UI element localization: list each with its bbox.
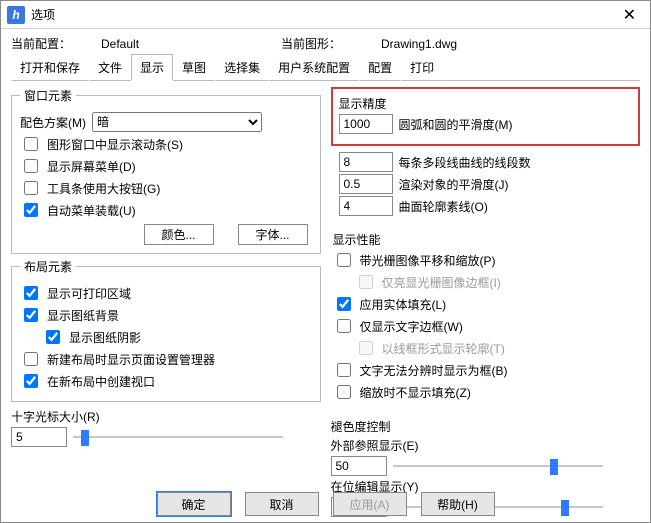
group-display-perf: 显示性能 带光栅图像平移和缩放(P) 仅亮显光栅图像边框(I) 应用实体填充(L… <box>331 222 641 412</box>
current-drawing-label: 当前图形： <box>281 35 381 52</box>
tab-profiles[interactable]: 配置 <box>359 54 401 81</box>
surface-lines-label: 曲面轮廓素线(O) <box>399 198 488 215</box>
tab-open-save[interactable]: 打开和保存 <box>11 54 89 81</box>
lbl-hide-fill-zoom: 缩放时不显示填充(Z) <box>360 384 471 401</box>
group-layout-elements: 布局元素 显示可打印区域 显示图纸背景 显示图纸阴影 新建布局时显示页面设置管理… <box>11 258 321 402</box>
tab-sketch[interactable]: 草图 <box>173 54 215 81</box>
tab-display[interactable]: 显示 <box>131 54 173 81</box>
render-smooth-label: 渲染对象的平滑度(J) <box>399 176 509 193</box>
current-config-value: Default <box>101 37 281 51</box>
lbl-text-unresolved: 文字无法分辨时显示为框(B) <box>360 362 508 379</box>
ok-button[interactable]: 确定 <box>157 492 231 516</box>
lbl-screenmenu: 显示屏幕菜单(D) <box>47 158 136 175</box>
color-button[interactable]: 颜色... <box>144 224 214 245</box>
lbl-wire-sil: 以线框形式显示轮廓(T) <box>382 340 505 357</box>
group-window-elements: 窗口元素 配色方案(M) 暗 图形窗口中显示滚动条(S) 显示屏幕菜单(D) 工… <box>11 87 321 254</box>
lbl-text-frame: 仅显示文字边框(W) <box>360 318 463 335</box>
legend-display-precision: 显示精度 <box>339 95 387 112</box>
crosshair-slider[interactable] <box>73 428 283 446</box>
help-button[interactable]: 帮助(H) <box>421 492 495 516</box>
app-logo-icon: h <box>7 6 25 24</box>
lbl-raster-pan: 带光栅图像平移和缩放(P) <box>360 252 496 269</box>
apply-button[interactable]: 应用(A) <box>333 492 407 516</box>
lbl-pgsetup: 新建布局时显示页面设置管理器 <box>47 351 215 368</box>
crosshair-input[interactable] <box>11 427 67 447</box>
colorscheme-label: 配色方案(M) <box>20 114 86 131</box>
xref-fade-input[interactable] <box>331 456 387 476</box>
lbl-scrollbars: 图形窗口中显示滚动条(S) <box>47 136 183 153</box>
lbl-papershadow: 显示图纸阴影 <box>69 329 141 346</box>
dialog-footer: 确定 取消 应用(A) 帮助(H) <box>1 492 650 516</box>
lbl-hl-raster: 仅亮显光栅图像边框(I) <box>382 274 501 291</box>
tab-selection[interactable]: 选择集 <box>215 54 269 81</box>
chk-pgsetup[interactable] <box>24 352 38 366</box>
colorscheme-select[interactable]: 暗 <box>92 112 262 132</box>
tab-files[interactable]: 文件 <box>89 54 131 81</box>
close-icon[interactable]: ✕ <box>615 5 644 25</box>
chk-scrollbars[interactable] <box>24 137 38 151</box>
font-button[interactable]: 字体... <box>238 224 308 245</box>
lbl-automenu: 自动菜单装载(U) <box>47 202 136 219</box>
legend-layout-elements: 布局元素 <box>20 258 76 275</box>
render-smooth-input[interactable] <box>339 174 393 194</box>
arc-smooth-input[interactable] <box>339 114 393 134</box>
left-column: 窗口元素 配色方案(M) 暗 图形窗口中显示滚动条(S) 显示屏幕菜单(D) 工… <box>11 87 321 475</box>
lbl-printable: 显示可打印区域 <box>47 285 131 302</box>
right-column: 显示精度 圆弧和圆的平滑度(M) 每条多段线曲线的线段数 渲染对象的平滑度(J)… <box>331 87 641 475</box>
group-display-precision: 显示精度 圆弧和圆的平滑度(M) <box>331 87 641 146</box>
chk-automenu[interactable] <box>24 203 38 217</box>
crosshair-label: 十字光标大小(R) <box>11 408 100 425</box>
xref-fade-slider[interactable] <box>393 457 603 475</box>
chk-wire-sil <box>359 341 373 355</box>
current-config-label: 当前配置： <box>11 35 101 52</box>
surface-lines-input[interactable] <box>339 196 393 216</box>
chk-createvp[interactable] <box>24 374 38 388</box>
lbl-bigtoolbar: 工具条使用大按钮(G) <box>47 180 160 197</box>
tab-print[interactable]: 打印 <box>401 54 443 81</box>
chk-hl-raster <box>359 275 373 289</box>
chk-text-frame[interactable] <box>337 319 351 333</box>
chk-raster-pan[interactable] <box>337 253 351 267</box>
chk-text-unresolved[interactable] <box>337 363 351 377</box>
xref-fade-label: 外部参照显示(E) <box>331 437 419 454</box>
legend-display-perf: 显示性能 <box>333 231 381 248</box>
chk-solid-fill[interactable] <box>337 297 351 311</box>
current-drawing-value: Drawing1.dwg <box>381 37 561 51</box>
pline-seg-label: 每条多段线曲线的线段数 <box>399 154 531 171</box>
crosshair-slider-thumb[interactable] <box>81 430 89 446</box>
titlebar: h 选项 ✕ <box>1 1 650 29</box>
xref-fade-thumb[interactable] <box>550 459 558 475</box>
tab-strip: 打开和保存 文件 显示 草图 选择集 用户系统配置 配置 打印 <box>1 54 650 81</box>
cancel-button[interactable]: 取消 <box>245 492 319 516</box>
options-dialog: h 选项 ✕ 当前配置： Default 当前图形： Drawing1.dwg … <box>0 0 651 523</box>
lbl-paperbg: 显示图纸背景 <box>47 307 119 324</box>
chk-printable[interactable] <box>24 286 38 300</box>
group-crosshair: 十字光标大小(R) <box>11 406 321 449</box>
legend-window-elements: 窗口元素 <box>20 87 76 104</box>
arc-smooth-label: 圆弧和圆的平滑度(M) <box>399 116 513 133</box>
legend-fade: 褪色度控制 <box>331 418 391 435</box>
chk-paperbg[interactable] <box>24 308 38 322</box>
lbl-createvp: 在新布局中创建视口 <box>47 373 155 390</box>
chk-bigtoolbar[interactable] <box>24 181 38 195</box>
chk-papershadow[interactable] <box>46 330 60 344</box>
tab-user-prefs[interactable]: 用户系统配置 <box>269 54 359 81</box>
window-title: 选项 <box>31 6 55 23</box>
chk-hide-fill-zoom[interactable] <box>337 385 351 399</box>
header-info: 当前配置： Default 当前图形： Drawing1.dwg <box>1 29 650 54</box>
lbl-solid-fill: 应用实体填充(L) <box>360 296 447 313</box>
chk-screenmenu[interactable] <box>24 159 38 173</box>
pline-seg-input[interactable] <box>339 152 393 172</box>
